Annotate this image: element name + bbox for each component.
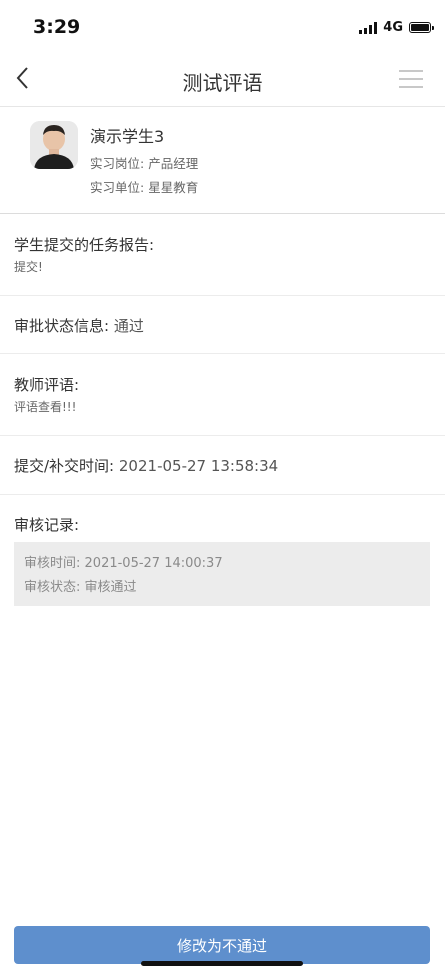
avatar (30, 121, 78, 169)
task-report-content: 提交! (14, 260, 43, 274)
status-bar: 3:29 4G (0, 0, 445, 52)
teacher-comment-section: 教师评语: 评语查看!!! (0, 354, 445, 436)
position-value: 产品经理 (148, 156, 199, 171)
approval-status-value: 通过 (113, 317, 144, 335)
position-label: 实习岗位: (90, 156, 145, 171)
internship-company: 实习单位: 星星教育 (90, 177, 198, 196)
company-value: 星星教育 (148, 180, 199, 195)
audit-record-box: 审核时间: 2021-05-27 14:00:37 审核状态: 审核通过 (14, 542, 430, 606)
page-title: 测试评语 (182, 71, 263, 95)
nav-bar: 测试评语 (0, 52, 445, 107)
teacher-comment-content: 评语查看!!! (14, 400, 77, 414)
status-indicators: 4G (359, 20, 434, 35)
task-report-section: 学生提交的任务报告: 提交! (0, 214, 445, 296)
signal-icon (359, 21, 378, 34)
audit-status: 审核状态: 审核通过 (24, 576, 137, 595)
internship-position: 实习岗位: 产品经理 (90, 153, 198, 172)
home-indicator (141, 961, 303, 966)
mark-as-failed-button[interactable]: 修改为不通过 (14, 926, 430, 964)
hamburger-menu-icon (399, 70, 423, 72)
submit-time-value: 2021-05-27 13:58:34 (118, 457, 279, 475)
battery-icon (409, 22, 434, 33)
company-label: 实习单位: (90, 180, 145, 195)
student-name: 演示学生3 (90, 127, 165, 146)
menu-button[interactable] (399, 70, 423, 88)
student-profile: 演示学生3 实习岗位: 产品经理 实习单位: 星星教育 (0, 107, 445, 214)
audit-time-label: 审核时间: (24, 556, 81, 571)
audit-status-value: 审核通过 (84, 580, 137, 595)
submit-time-label: 提交/补交时间: (14, 457, 115, 475)
approval-status-label: 审批状态信息: (14, 317, 110, 335)
audit-status-label: 审核状态: (24, 580, 81, 595)
teacher-comment-title: 教师评语: (14, 376, 80, 394)
submit-time-section: 提交/补交时间: 2021-05-27 13:58:34 (0, 436, 445, 495)
network-type: 4G (383, 20, 403, 35)
avatar-image (30, 121, 78, 169)
task-report-title: 学生提交的任务报告: (14, 236, 155, 254)
status-time: 3:29 (33, 16, 81, 38)
approval-status-section: 审批状态信息: 通过 (0, 296, 445, 354)
audit-time: 审核时间: 2021-05-27 14:00:37 (24, 552, 223, 571)
audit-time-value: 2021-05-27 14:00:37 (84, 556, 223, 571)
audit-record-title: 审核记录: (14, 516, 80, 534)
submit-time: 提交/补交时间: 2021-05-27 13:58:34 (14, 455, 278, 476)
approval-status: 审批状态信息: 通过 (14, 315, 144, 336)
